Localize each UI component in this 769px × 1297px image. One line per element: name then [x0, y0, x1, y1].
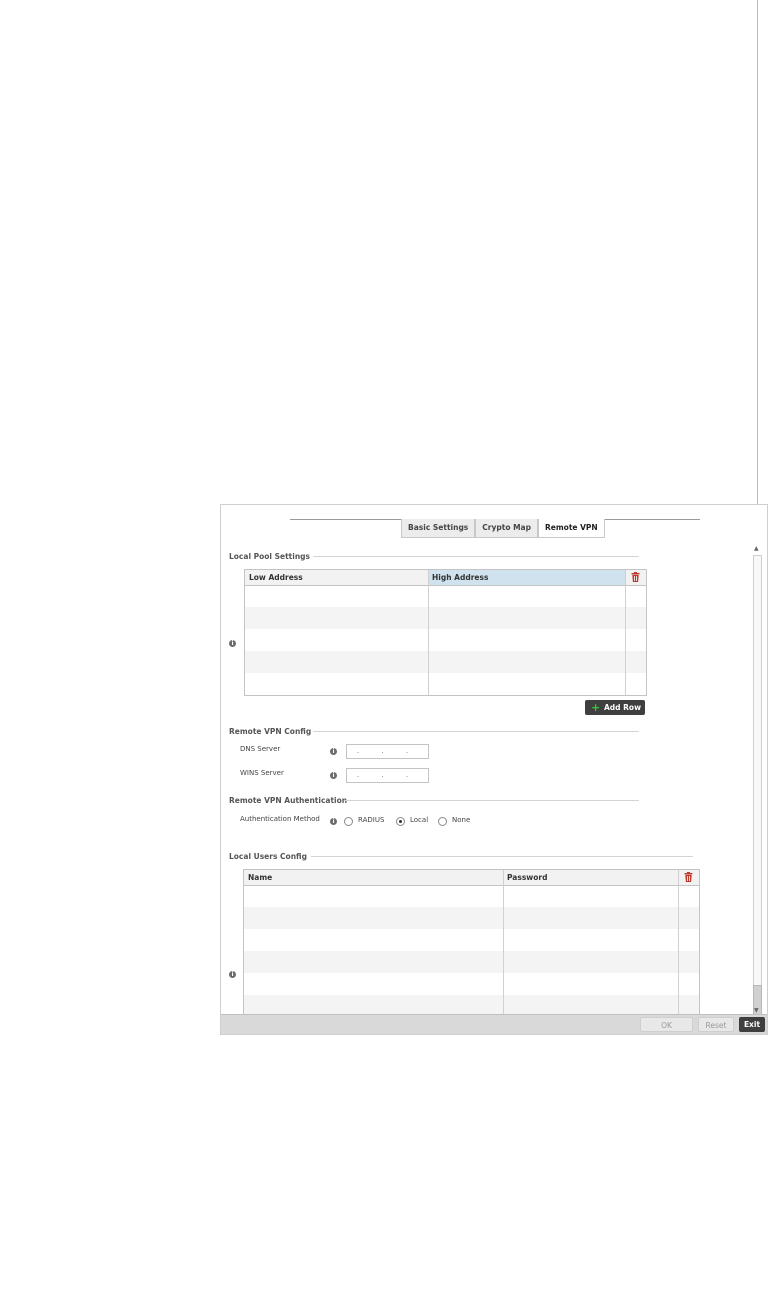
- remote-vpn-auth-title: Remote VPN Authentication: [229, 796, 348, 805]
- column-separator: [625, 570, 626, 695]
- local-users-title: Local Users Config: [229, 852, 307, 861]
- local-users-divider: [311, 856, 693, 857]
- reset-button[interactable]: Reset: [698, 1017, 734, 1032]
- exit-button[interactable]: Exit: [739, 1017, 765, 1032]
- dns-server-input[interactable]: . . .: [346, 744, 429, 759]
- table-row[interactable]: [244, 885, 699, 907]
- radio-local[interactable]: [396, 817, 405, 826]
- authentication-method-label: Authentication Method: [240, 815, 320, 823]
- table-row[interactable]: [245, 629, 646, 651]
- tab-remote-vpn[interactable]: Remote VPN: [537, 519, 605, 538]
- local-pool-grid-header: Low Address High Address: [245, 570, 646, 586]
- local-pool-title: Local Pool Settings: [229, 552, 311, 561]
- scroll-down-icon[interactable]: ▼: [754, 1007, 759, 1014]
- plus-icon: +: [591, 701, 601, 714]
- remote-vpn-config-divider: [313, 731, 639, 732]
- column-high-address[interactable]: High Address: [428, 570, 625, 585]
- local-pool-info-icon[interactable]: i: [229, 640, 236, 647]
- wins-info-icon[interactable]: i: [330, 772, 337, 779]
- remote-vpn-auth-divider: [344, 800, 639, 801]
- vertical-scrollbar[interactable]: ▲ ▼: [751, 545, 764, 1034]
- delete-icon[interactable]: [684, 872, 693, 882]
- dns-info-icon[interactable]: i: [330, 748, 337, 755]
- ok-button[interactable]: OK: [640, 1017, 693, 1032]
- remote-vpn-config-title: Remote VPN Config: [229, 727, 312, 736]
- column-separator: [503, 870, 504, 1018]
- table-row[interactable]: [244, 973, 699, 995]
- local-users-grid-header: Name Password: [244, 870, 699, 886]
- radio-local-label: Local: [410, 816, 429, 824]
- wins-server-label: WINS Server: [240, 769, 284, 777]
- scrollbar-track[interactable]: [753, 555, 762, 1005]
- wins-server-input[interactable]: . . .: [346, 768, 429, 783]
- tab-basic-settings[interactable]: Basic Settings: [401, 519, 476, 538]
- radio-radius[interactable]: [344, 817, 353, 826]
- radio-none[interactable]: [438, 817, 447, 826]
- radio-radius-label: RADIUS: [358, 816, 385, 824]
- dns-server-label: DNS Server: [240, 745, 281, 753]
- column-low-address[interactable]: Low Address: [245, 570, 428, 585]
- radio-none-label: None: [452, 816, 471, 824]
- dialog-footer: OK Reset Exit: [221, 1014, 767, 1034]
- table-row[interactable]: [244, 951, 699, 973]
- table-row[interactable]: [245, 651, 646, 673]
- table-row[interactable]: [244, 929, 699, 951]
- table-row[interactable]: [245, 607, 646, 629]
- column-separator: [428, 570, 429, 695]
- column-separator: [678, 870, 679, 1018]
- local-users-grid: Name Password: [243, 869, 700, 1019]
- table-row[interactable]: [244, 907, 699, 929]
- remote-vpn-dialog: Basic Settings Crypto Map Remote VPN Loc…: [220, 504, 768, 1035]
- local-users-info-icon[interactable]: i: [229, 971, 236, 978]
- auth-info-icon[interactable]: i: [330, 818, 337, 825]
- tab-crypto-map[interactable]: Crypto Map: [475, 519, 538, 538]
- table-row[interactable]: [245, 585, 646, 607]
- local-pool-divider: [313, 556, 639, 557]
- column-password[interactable]: Password: [503, 870, 678, 885]
- add-row-label: Add Row: [604, 703, 642, 712]
- table-row[interactable]: [245, 673, 646, 695]
- scroll-up-icon[interactable]: ▲: [754, 545, 759, 552]
- add-row-button[interactable]: + Add Row: [585, 700, 645, 715]
- delete-icon[interactable]: [631, 572, 640, 582]
- local-pool-grid: Low Address High Address: [244, 569, 647, 696]
- column-name[interactable]: Name: [244, 870, 503, 885]
- tab-bar: Basic Settings Crypto Map Remote VPN: [401, 519, 605, 538]
